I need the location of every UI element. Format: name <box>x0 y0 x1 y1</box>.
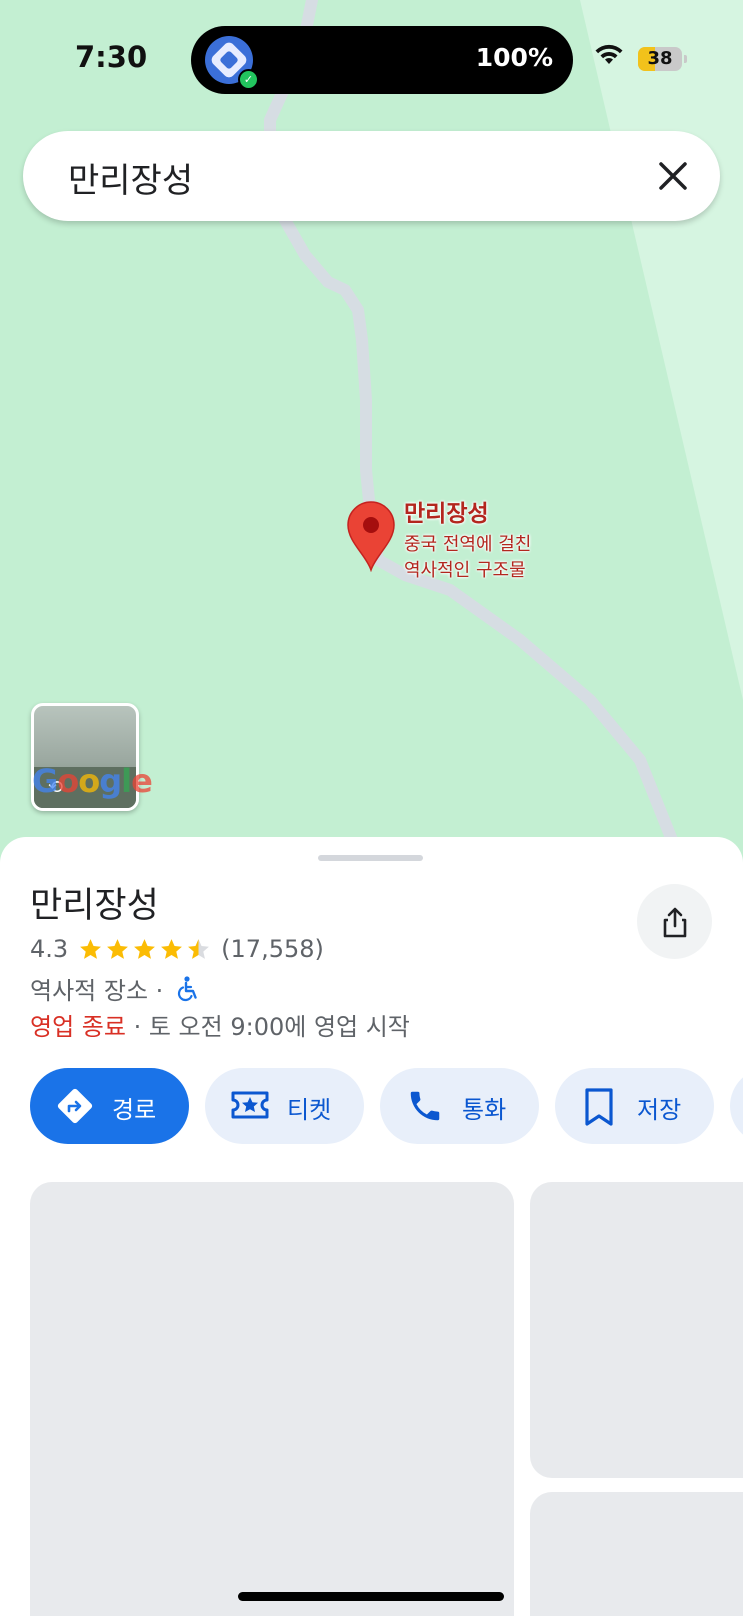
call-label: 통화 <box>462 1096 507 1124</box>
pin-label[interactable]: 만리장성 중국 전역에 걸친 역사적인 구조물 <box>404 494 531 584</box>
star-icon <box>107 938 129 959</box>
open-status: 영업 종료 <box>30 1013 126 1041</box>
more-actions-button[interactable] <box>730 1068 743 1144</box>
island-battery-text: 100% <box>475 43 553 72</box>
search-query[interactable]: 만리장성 <box>68 153 193 202</box>
place-title: 만리장성 <box>30 886 159 926</box>
check-icon: ✓ <box>238 69 259 90</box>
rating-row[interactable]: 4.3 (17,558) <box>30 935 324 963</box>
battery-icon: 38 <box>638 47 687 71</box>
save-button[interactable]: 저장 <box>555 1068 714 1144</box>
hours-note: · 토 오전 9:00에 영업 시작 <box>125 1013 410 1041</box>
google-logo: Google <box>32 762 153 800</box>
place-bottom-sheet[interactable]: 만리장성 4.3 (17,558) 역사적 장소 · 영업 종료 · 토 오전 … <box>0 837 743 1616</box>
hours-row[interactable]: 영업 종료 · 토 오전 9:00에 영업 시작 <box>30 1007 410 1042</box>
phone-icon <box>410 1091 440 1121</box>
ticket-label: 티켓 <box>287 1096 332 1124</box>
photo-card-tertiary[interactable] <box>530 1492 743 1616</box>
ticket-button[interactable]: 티켓 <box>205 1068 364 1144</box>
call-button[interactable]: 통화 <box>380 1068 539 1144</box>
search-bar[interactable]: 만리장성 <box>23 131 720 221</box>
category-row: 역사적 장소 · <box>30 971 199 1006</box>
dynamic-island[interactable]: ✓ 100% <box>191 26 573 94</box>
wifi-icon <box>595 44 623 64</box>
star-icon <box>161 938 183 959</box>
pin-subtitle-line1: 중국 전역에 걸친 <box>404 534 532 555</box>
wheelchair-icon <box>178 975 197 1001</box>
action-buttons: 경로 티켓 통화 저장 <box>30 1068 743 1144</box>
sheet-drag-handle[interactable] <box>318 855 423 861</box>
ticket-icon <box>231 1091 269 1119</box>
status-time: 7:30 <box>75 40 148 74</box>
directions-label: 경로 <box>112 1096 157 1124</box>
photo-card-main[interactable] <box>30 1182 514 1616</box>
star-icon <box>134 938 156 959</box>
directions-icon <box>57 1088 93 1124</box>
close-icon[interactable] <box>652 155 694 197</box>
review-count[interactable]: (17,558) <box>221 935 324 963</box>
star-half-icon <box>188 938 210 959</box>
map-pin-icon[interactable] <box>346 500 396 572</box>
rating-stars <box>78 937 213 962</box>
bookmark-icon <box>585 1088 613 1126</box>
pin-subtitle-line2: 역사적인 구조물 <box>404 560 526 581</box>
star-icon <box>80 938 102 959</box>
share-icon <box>663 907 687 938</box>
rating-value: 4.3 <box>30 935 69 963</box>
directions-button[interactable]: 경로 <box>30 1068 189 1144</box>
battery-level: 38 <box>647 48 673 69</box>
place-category: 역사적 장소 · <box>30 977 164 1005</box>
home-indicator[interactable] <box>238 1592 504 1601</box>
share-button[interactable] <box>637 884 712 959</box>
photo-card-secondary[interactable] <box>530 1182 743 1478</box>
pin-title: 만리장성 <box>404 501 489 527</box>
app-shield-icon: ✓ <box>205 36 259 90</box>
save-label: 저장 <box>637 1096 682 1124</box>
